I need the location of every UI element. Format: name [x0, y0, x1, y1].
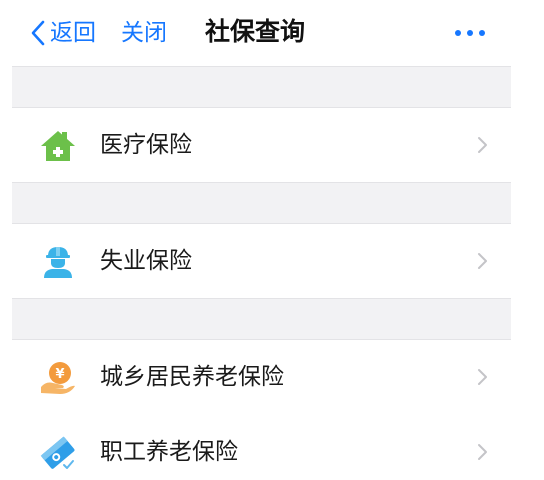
nav-header: 返回 关闭 社保查询 [0, 0, 544, 66]
svg-text:¥: ¥ [55, 367, 64, 382]
back-button[interactable]: 返回 [30, 16, 96, 50]
more-button[interactable] [452, 20, 490, 46]
list-item-label: 城乡居民养老保险 [100, 364, 284, 390]
house-icon [40, 128, 76, 164]
section-gap [12, 67, 511, 107]
list-item-medical-insurance[interactable]: 医疗保险 [12, 107, 511, 183]
chevron-right-icon [477, 136, 489, 154]
more-dots-icon [452, 20, 490, 46]
hand-yuan-icon: ¥ [40, 360, 76, 396]
chevron-right-icon [477, 252, 489, 270]
section-gap [12, 299, 511, 339]
card-icon [40, 435, 76, 471]
app-screen: 返回 关闭 社保查询 医疗保险 失业保险 ¥ 城乡居民养老保险 职工养老保险 [0, 0, 544, 480]
list-item-label: 医疗保险 [100, 132, 192, 158]
back-label: 返回 [50, 20, 96, 46]
insurance-list: 医疗保险 失业保险 ¥ 城乡居民养老保险 职工养老保险 [12, 66, 511, 480]
chevron-left-icon [30, 20, 46, 46]
list-item-resident-pension[interactable]: ¥ 城乡居民养老保险 [12, 339, 511, 415]
page-title: 社保查询 [205, 17, 306, 46]
list-item-label: 失业保险 [100, 248, 192, 274]
section-gap [12, 183, 511, 223]
list-item-unemployment-insurance[interactable]: 失业保险 [12, 223, 511, 299]
worker-icon [40, 244, 76, 280]
chevron-right-icon [477, 443, 489, 461]
list-item-employee-pension[interactable]: 职工养老保险 [12, 415, 511, 480]
list-item-label: 职工养老保险 [100, 439, 238, 465]
chevron-right-icon [477, 368, 489, 386]
close-button[interactable]: 关闭 [121, 16, 167, 50]
